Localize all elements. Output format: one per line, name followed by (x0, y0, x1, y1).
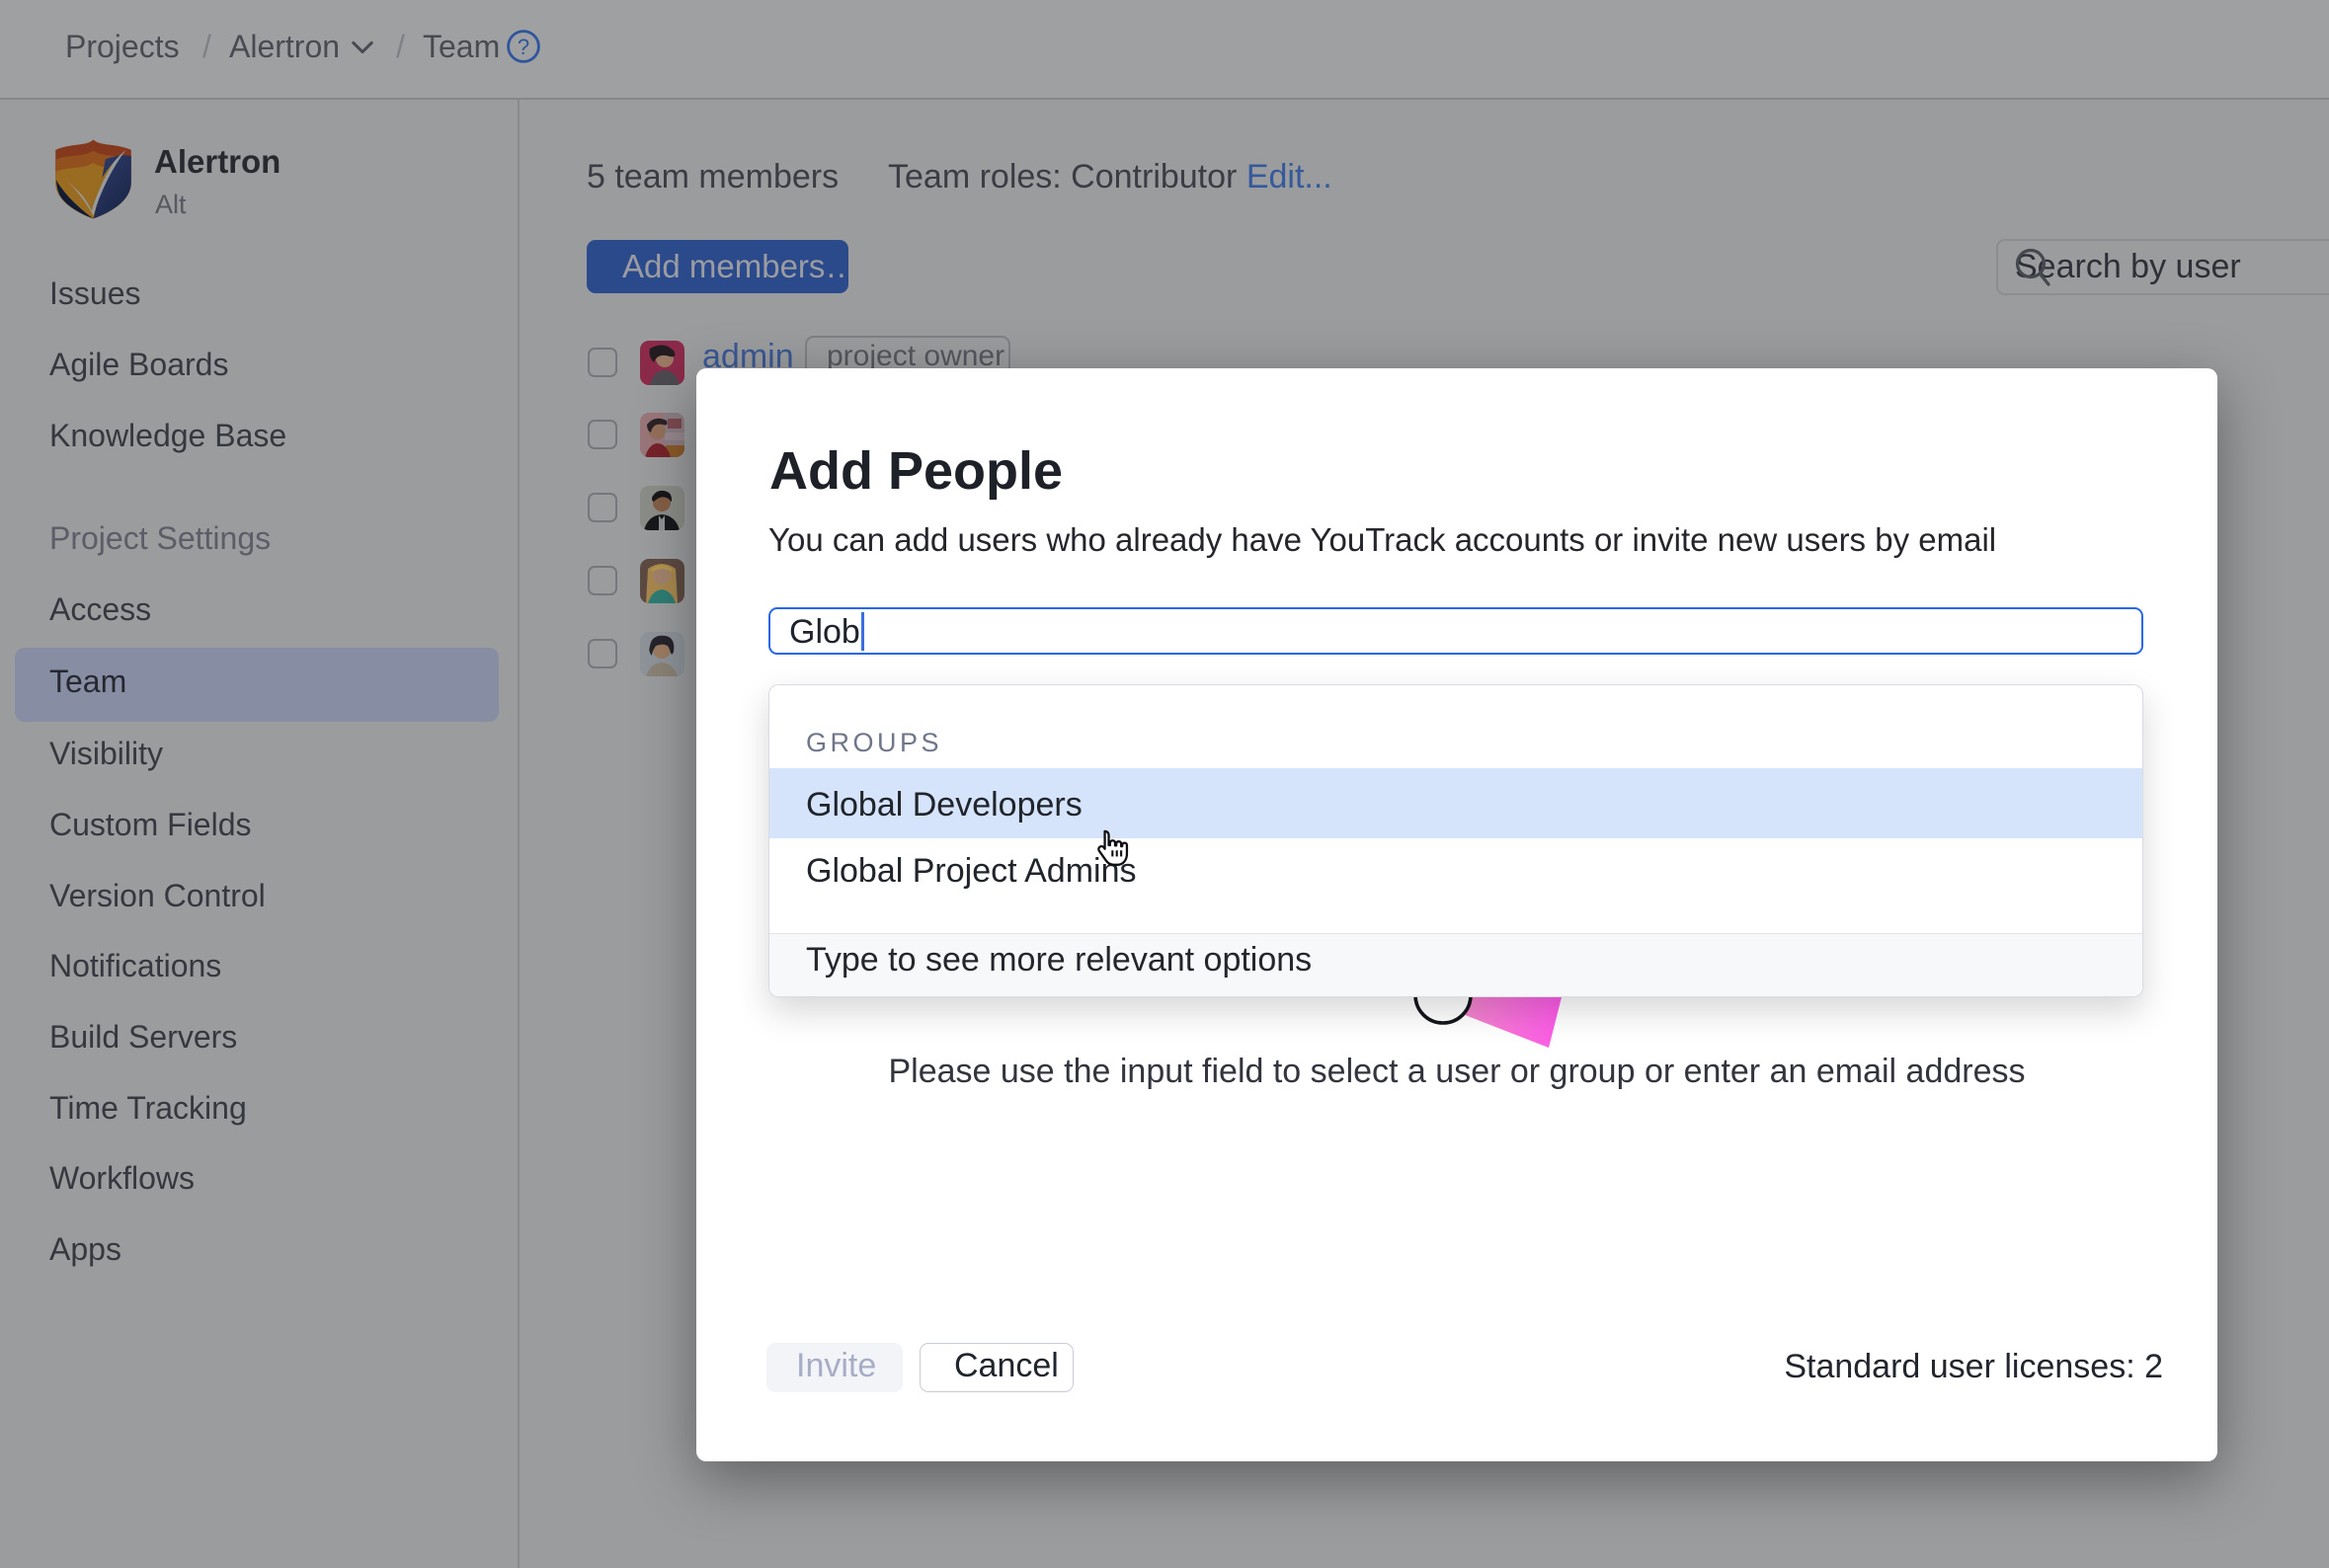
svg-text:?: ? (518, 35, 529, 59)
